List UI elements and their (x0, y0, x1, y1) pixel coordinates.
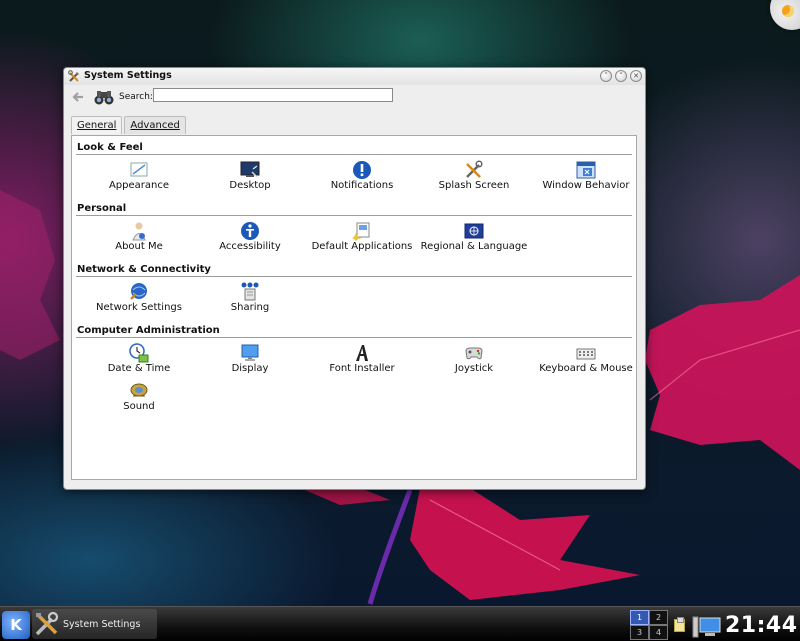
close-icon: ✕ (633, 71, 639, 80)
settings-item-sharing[interactable]: Sharing (195, 282, 305, 313)
settings-item-accessibility[interactable]: Accessibility (195, 221, 305, 252)
toolbar: Search: (64, 85, 645, 111)
settings-item-joystick[interactable]: Joystick (419, 343, 529, 374)
joystick-icon (464, 343, 484, 363)
settings-item-label: Keyboard & Mouse (539, 363, 633, 374)
task-label: System Settings (63, 619, 141, 630)
settings-item-splash-screen[interactable]: Splash Screen (419, 160, 529, 191)
search-input[interactable] (153, 88, 393, 102)
section-title-look-feel: Look & Feel (77, 142, 143, 153)
tab-bar: General Advanced (71, 116, 188, 134)
tab-advanced-label: Advanced (130, 120, 180, 131)
settings-item-label: Accessibility (219, 241, 281, 252)
clock[interactable]: 21:44 (725, 613, 798, 638)
settings-item-default-applications[interactable]: Default Applications (307, 221, 417, 252)
search-label: Search: (119, 92, 153, 102)
minimize-button[interactable]: ˅ (600, 70, 612, 82)
font-installer-icon (352, 343, 372, 363)
kde-menu-button[interactable]: K (2, 611, 30, 639)
accessibility-icon (240, 221, 260, 241)
settings-item-keyboard-mouse[interactable]: Keyboard & Mouse (531, 343, 641, 374)
display-icon (240, 343, 260, 363)
settings-item-label: Display (231, 363, 269, 374)
network-settings-icon (129, 282, 149, 302)
settings-item-appearance[interactable]: Appearance (84, 160, 194, 191)
desktop-4[interactable]: 4 (649, 625, 668, 640)
close-button[interactable]: ✕ (630, 70, 642, 82)
notifications-icon (352, 160, 372, 180)
settings-item-label: Appearance (108, 180, 170, 191)
window-behavior-icon (576, 160, 596, 180)
settings-item-label: Joystick (454, 363, 494, 374)
settings-item-desktop[interactable]: Desktop (195, 160, 305, 191)
section-title-computer-administration: Computer Administration (77, 325, 220, 336)
settings-item-label: Splash Screen (438, 180, 510, 191)
settings-item-label: Regional & Language (420, 241, 528, 252)
chevron-up-icon: ˄ (619, 71, 623, 80)
about-me-icon (129, 221, 149, 241)
maximize-button[interactable]: ˄ (615, 70, 627, 82)
section-divider (76, 154, 632, 155)
desktop-icon (240, 160, 260, 180)
system-settings-window: System Settings ˅ ˄ ✕ Search: General Ad… (63, 67, 646, 490)
settings-item-network-settings[interactable]: Network Settings (84, 282, 194, 313)
settings-item-label: Default Applications (311, 241, 413, 252)
settings-panel: Look & Feel Appearance Desktop Notificat… (71, 135, 637, 480)
settings-item-label: Notifications (330, 180, 394, 191)
tab-advanced[interactable]: Advanced (124, 116, 186, 134)
binoculars-icon (94, 91, 114, 105)
back-arrow-icon[interactable] (71, 90, 85, 104)
settings-item-label: About Me (115, 241, 163, 252)
desktop-1[interactable]: 1 (630, 610, 649, 625)
kde-logo-icon: K (10, 616, 22, 634)
taskbar: K System Settings 1 2 3 4 21:44 (0, 606, 800, 641)
settings-item-display[interactable]: Display (195, 343, 305, 374)
desktop-3[interactable]: 3 (630, 625, 649, 640)
settings-item-label: Date & Time (107, 363, 171, 374)
desktop-2[interactable]: 2 (649, 610, 668, 625)
title-bar[interactable]: System Settings ˅ ˄ ✕ (64, 68, 645, 85)
sound-icon (129, 381, 149, 401)
settings-item-label: Desktop (229, 180, 271, 191)
settings-item-label: Font Installer (329, 363, 395, 374)
desktop-pager: 1 2 3 4 (630, 610, 668, 640)
appearance-icon (129, 160, 149, 180)
task-system-settings[interactable]: System Settings (32, 609, 157, 639)
cashew-icon (782, 5, 794, 17)
sharing-icon (240, 282, 260, 302)
settings-item-label: Window Behavior (542, 180, 630, 191)
keyboard-mouse-icon (576, 343, 596, 363)
settings-item-label: Network Settings (96, 302, 182, 313)
settings-item-regional-language[interactable]: Regional & Language (419, 221, 529, 252)
settings-item-window-behavior[interactable]: Window Behavior (531, 160, 641, 191)
settings-item-date-time[interactable]: Date & Time (84, 343, 194, 374)
settings-item-sound[interactable]: Sound (84, 381, 194, 412)
date-time-icon (129, 343, 149, 363)
settings-item-font-installer[interactable]: Font Installer (307, 343, 417, 374)
section-divider (76, 276, 632, 277)
tab-general[interactable]: General (71, 116, 123, 134)
device-notifier-icon[interactable] (692, 616, 721, 638)
tools-icon (68, 70, 79, 82)
settings-item-label: Sound (123, 401, 155, 412)
splash-screen-icon (464, 160, 484, 180)
window-title: System Settings (84, 70, 172, 81)
section-divider (76, 337, 632, 338)
chevron-down-icon: ˅ (604, 71, 608, 80)
clipboard-icon[interactable] (674, 617, 685, 632)
section-title-network-connectivity: Network & Connectivity (77, 264, 211, 275)
settings-item-label: Sharing (230, 302, 270, 313)
settings-item-notifications[interactable]: Notifications (307, 160, 417, 191)
section-title-personal: Personal (77, 203, 127, 214)
tab-general-label: General (77, 120, 117, 131)
default-applications-icon (352, 221, 372, 241)
settings-item-about-me[interactable]: About Me (84, 221, 194, 252)
regional-language-icon (464, 221, 484, 241)
tools-icon (35, 611, 59, 636)
section-divider (76, 215, 632, 216)
